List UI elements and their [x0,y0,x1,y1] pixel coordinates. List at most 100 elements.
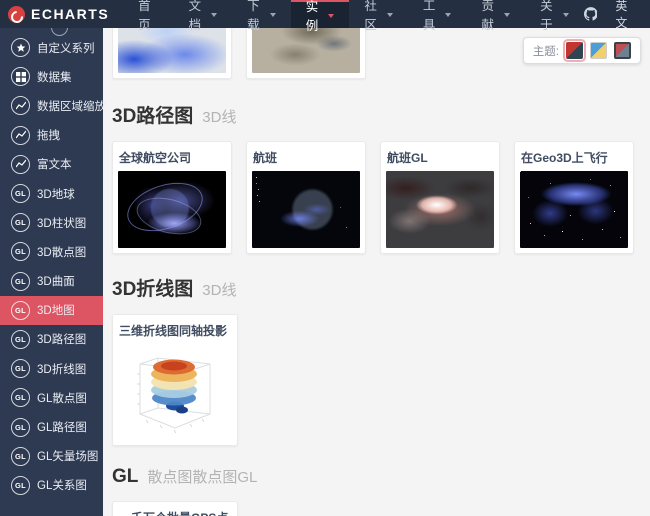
sidebar-item-3d-scatter[interactable]: GL 3D散点图 [0,237,103,266]
example-card[interactable] [246,28,366,79]
gl-badge-text: GL [14,305,26,315]
gl-badge-text: GL [14,247,26,257]
sidebar-item-label: 富文本 [37,159,72,172]
sidebar-item-label: GL路径图 [37,422,87,435]
gl-badge-icon: GL [11,213,30,233]
example-card-gps-points[interactable]: 一千万个批量GPS点 [112,501,238,516]
sidebar-item-3d-globe[interactable]: GL 3D地球 [0,179,103,208]
gl-badge-text: GL [14,189,26,199]
example-card-flights-gl[interactable]: 航班GL [380,141,500,254]
caret-down-icon [269,13,276,17]
sidebar-item-gl-graph[interactable]: GL GL关系图 [0,471,103,500]
example-card-geo3d-flights[interactable]: 在Geo3D上飞行 [514,141,634,254]
nav-item-docs[interactable]: 文档 [174,0,233,32]
sidebar-item-3d-line[interactable]: GL 3D折线图 [0,354,103,383]
nav-item-community[interactable]: 社区 [349,0,408,32]
thumbnail-globe-flights-blue [252,171,360,248]
sidebar-item-label: 3D地球 [37,188,75,201]
section-subtitle: 3D线 [202,282,237,299]
nav-item-label: 关于 [540,0,553,32]
theme-swatch-light[interactable] [590,42,607,59]
theme-selector: 主题: [522,37,641,64]
gl-badge-icon: GL [11,417,30,437]
theme-swatch-dark[interactable] [614,42,631,59]
dataset-grid-icon [11,67,30,87]
caret-down-icon [562,13,569,17]
sidebar-item-datazoom[interactable]: 数据区域缩放 [0,91,106,120]
thumbnail-3d-terrain [252,28,360,73]
echarts-logo[interactable]: ECHARTS [0,0,123,28]
sidebar-item-custom-series[interactable]: 自定义系列 [0,33,103,62]
sidebar-item-3d-lines[interactable]: GL 3D路径图 [0,325,103,354]
thumbnail-3d-spiral-chart [118,344,232,440]
caret-down-icon [211,13,218,17]
sidebar-item-label: 3D散点图 [37,246,87,259]
custom-series-icon [11,38,30,58]
example-card-title: 在Geo3D上飞行 [521,151,608,165]
sidebar-item-label: 数据集 [37,71,72,84]
github-icon[interactable] [583,6,598,22]
gl-badge-text: GL [14,480,26,490]
gl-badge-text: GL [14,218,26,228]
gl-badge-text: GL [14,422,26,432]
echarts-logo-icon [8,5,25,23]
thumbnail-worldmap-stars [520,171,628,248]
sidebar-item-gl-scatter[interactable]: GL GL散点图 [0,383,103,412]
nav-item-about[interactable]: 关于 [525,0,584,32]
echarts-logo-text: ECHARTS [31,6,110,22]
nav-item-home[interactable]: 首页 [123,0,173,32]
sidebar-item-label: 3D路径图 [37,334,87,347]
gl-badge-icon: GL [11,300,30,320]
sidebar-item-3d-bar[interactable]: GL 3D柱状图 [0,208,103,237]
example-card-orthographic-line3d[interactable]: 三维折线图同轴投影 [112,314,238,446]
example-card-airline[interactable]: 全球航空公司 [112,141,232,254]
section-header-scatter-gl: GL 散点图散点图GL [112,466,650,488]
theme-label: 主题: [532,45,559,58]
sidebar-item-label: GL关系图 [37,480,87,493]
card-row-scatter-gl: 一千万个批量GPS点 [112,501,650,516]
sidebar-item-gl-lines[interactable]: GL GL路径图 [0,412,103,441]
gl-badge-text: GL [14,451,26,461]
section-subtitle: 散点图散点图GL [147,469,258,486]
example-card[interactable] [112,28,232,79]
nav-item-label: 工具 [422,0,436,32]
sidebar-item-drag[interactable]: 拖拽 [0,121,103,150]
gl-badge-icon: GL [11,388,30,408]
category-sidebar: 自定义系列 数据集 数据区域缩放 拖拽 富文本 GL 3D地球 GL 3D柱状图… [0,19,106,516]
gl-badge-icon: GL [11,359,30,379]
card-row-line3d: 三维折线图同轴投影 [112,314,650,446]
sidebar-item-label: 自定义系列 [37,42,95,55]
nav-right-cluster: 英文 [583,0,650,31]
sidebar-item-label: 3D折线图 [37,363,87,376]
sidebar-item-label: GL散点图 [37,392,87,405]
sidebar-item-3d-map[interactable]: GL 3D地图 [0,295,103,325]
sidebar-item-rich-text[interactable]: 富文本 [0,150,103,179]
example-card-flights[interactable]: 航班 [246,141,366,254]
nav-item-examples[interactable]: 实例 [290,0,350,33]
nav-item-download[interactable]: 下载 [232,0,291,32]
sidebar-item-label: GL矢量场图 [37,451,99,464]
sidebar-item-label: 数据区域缩放 [37,100,106,113]
gl-badge-text: GL [14,276,26,286]
example-card-title: 三维折线图同轴投影 [119,324,228,338]
gl-badge-text: GL [14,364,26,374]
gl-badge-icon: GL [11,329,30,349]
sidebar-item-dataset[interactable]: 数据集 [0,62,103,91]
nav-item-label: 首页 [138,0,151,32]
gl-badge-text: GL [14,393,26,403]
language-toggle[interactable]: 英文 [615,0,636,31]
section-title: GL [112,466,139,487]
line-chart-icon [11,125,30,145]
examples-gallery: 主题: 3D路径图 3D线 全球航空公司 航班 航班GL 在Geo3D上飞行 3… [103,28,650,516]
sidebar-item-3d-surface[interactable]: GL 3D曲面 [0,267,103,296]
gl-badge-icon: GL [11,271,30,291]
sidebar-item-gl-flow[interactable]: GL GL矢量场图 [0,442,103,471]
nav-item-label: 下载 [247,0,260,32]
nav-item-contribute[interactable]: 贡献 [466,0,525,32]
example-card-title: 一千万个批量GPS点 [118,507,232,516]
nav-item-tools[interactable]: 工具 [408,0,467,32]
theme-swatch-default[interactable] [566,42,583,59]
section-header-lines3d: 3D路径图 3D线 [112,101,650,128]
caret-down-icon [504,13,511,17]
top-navigation: ECHARTS 首页 文档 下载 实例 社区 工具 贡献 关于 英文 [0,0,650,33]
